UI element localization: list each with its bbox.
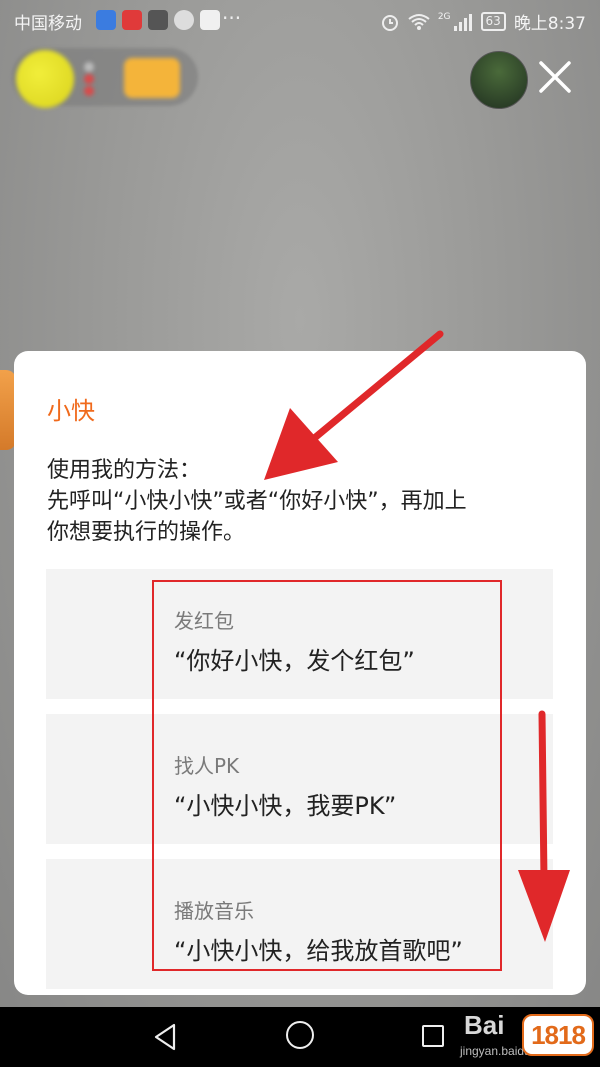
back-icon[interactable] [152,1023,178,1051]
annotation-highlight-box [152,580,502,971]
news-app-icon [148,10,168,30]
network-type: 2G [437,11,451,22]
message-app-icon [174,10,194,30]
more-notifications-icon: ··· [222,6,242,30]
gift-badge[interactable] [124,58,180,98]
clock: 晚上8:37 [513,14,586,34]
battery-icon: 63 [480,12,506,31]
instruction-line: 使用我的方法： [47,458,202,483]
shield-app-icon [96,10,116,30]
player-app-icon [200,10,220,30]
notification-icons [96,10,220,30]
dialog-title: 小快 [47,397,95,425]
home-icon[interactable] [286,1021,314,1049]
host-avatar[interactable] [16,50,74,108]
viewer-avatar[interactable] [470,51,528,109]
status-right: 2G 63 晚上8:37 [380,9,586,34]
host-badges [84,60,114,98]
video-app-icon [122,10,142,30]
site-logo: 1818 [522,1014,594,1056]
status-bar: 中国移动 ··· 2G 63 晚上8:37 [0,0,600,40]
alarm-icon [381,14,398,31]
signal-icon [453,13,472,31]
instruction-line: 先呼叫“小快小快”或者“你好小快”，再加上 [47,489,467,514]
carrier-name: 中国移动 [14,14,82,34]
recent-apps-icon[interactable] [422,1025,444,1047]
close-icon[interactable] [536,58,574,96]
wifi-icon [408,13,430,30]
usage-instructions: 使用我的方法： 先呼叫“小快小快”或者“你好小快”，再加上 你想要执行的操作。 [47,455,567,548]
instruction-line: 你想要执行的操作。 [47,520,246,545]
watermark: Bai jingyan.baidu.com 1818 [458,1000,600,1067]
baidu-watermark: Bai [464,1010,505,1040]
